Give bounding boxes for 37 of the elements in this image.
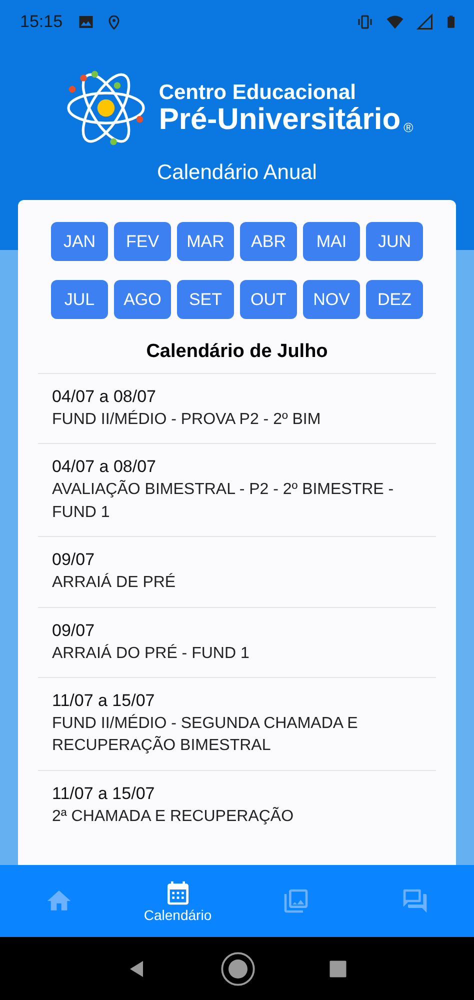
registered-mark: ®: [404, 120, 414, 135]
month-button[interactable]: DEZ: [366, 280, 423, 319]
event-date: 04/07 a 08/07: [52, 457, 157, 478]
home-button-icon: [219, 950, 257, 988]
month-button[interactable]: MAI: [303, 222, 360, 261]
event-date: 09/07: [52, 550, 96, 570]
event-description: AVALIAÇÃO BIMESTRAL - P2 - 2º BIMESTRE - FUND 1: [52, 479, 395, 523]
event-date: 11/07 a 15/07: [52, 784, 156, 804]
month-button[interactable]: JAN: [51, 222, 108, 261]
month-button[interactable]: AGO: [114, 280, 171, 319]
month-button[interactable]: SET: [177, 280, 234, 319]
calendar-title: Calendário de Julho: [146, 341, 328, 363]
event-description: 2ª CHAMADA E RECUPERAÇÃO: [52, 806, 295, 827]
event-date: 09/07: [52, 620, 96, 641]
page-title: Calendário Anual: [157, 161, 317, 185]
brand-name: Pré-Universitário: [158, 105, 401, 135]
month-button[interactable]: ABR: [240, 222, 297, 261]
month-button[interactable]: NOV: [303, 280, 360, 319]
month-button[interactable]: OUT: [240, 280, 297, 319]
event-date: 04/07 a 08/07: [52, 387, 157, 407]
event-description: ARRAIÁ DO PRÉ - FUND 1: [52, 643, 250, 664]
event-description: ARRAIÁ DE PRÉ: [52, 572, 177, 594]
month-button[interactable]: JUL: [51, 280, 108, 319]
month-button[interactable]: JUN: [366, 222, 423, 261]
brand-name: Centro Educacional: [158, 81, 358, 105]
vibrate-icon: [356, 12, 374, 30]
status-time: 15:15: [20, 12, 63, 32]
wifi-icon: [384, 12, 406, 30]
event-date: 11/07 a 15/07: [52, 690, 156, 711]
event-description: FUND II/MÉDIO - SEGUNDA CHAMADA E RECUPERAÇÃO BIMESTRAL: [52, 713, 359, 756]
event-description: FUND II/MÉDIO - PROVA P2 - 2º BIM: [52, 409, 322, 430]
month-button[interactable]: FEV: [114, 222, 171, 261]
gallery-icon: [282, 887, 310, 915]
nav-tab[interactable]: Calendário: [138, 879, 218, 923]
chat-icon: [400, 887, 429, 915]
signal-icon: [416, 12, 434, 30]
month-button[interactable]: MAR: [177, 222, 234, 261]
